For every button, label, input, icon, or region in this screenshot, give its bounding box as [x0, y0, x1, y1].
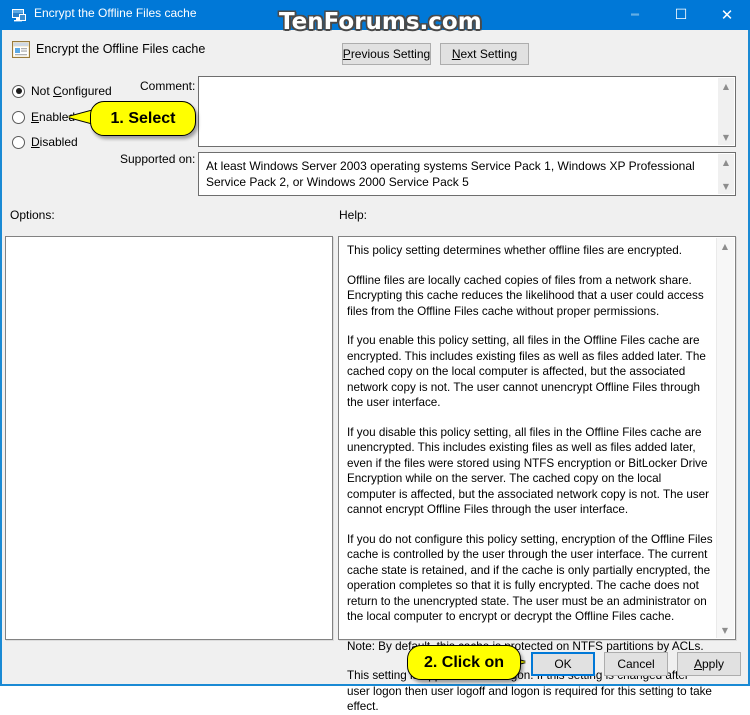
supported-on-scrollbar[interactable]: ▲ ▼ — [717, 154, 734, 194]
help-paragraph: If you disable this policy setting, all … — [347, 425, 710, 517]
supported-on-label: Supported on: — [120, 152, 196, 166]
radio-not-configured-label: Not Configured — [31, 84, 112, 98]
scroll-up-icon[interactable]: ▲ — [717, 238, 733, 254]
help-paragraph: If you enable this policy setting, all f… — [347, 334, 706, 409]
supported-on-field: At least Windows Server 2003 operating s… — [198, 152, 736, 196]
scroll-down-icon[interactable]: ▼ — [717, 622, 733, 638]
help-scrollbar[interactable]: ▲ ▼ — [716, 238, 734, 638]
close-button[interactable]: ✕ — [704, 0, 750, 30]
apply-mnemonic: A — [693, 657, 702, 671]
previous-setting-mnemonic: P — [342, 47, 351, 61]
apply-button[interactable]: Apply — [677, 652, 741, 676]
options-label: Options: — [10, 208, 55, 222]
next-setting-button[interactable]: Next Setting — [440, 43, 529, 65]
cancel-button[interactable]: Cancel — [604, 652, 668, 676]
help-paragraph: This policy setting determines whether o… — [347, 244, 682, 257]
apply-label: pply — [702, 657, 725, 671]
maximize-icon: ☐ — [674, 7, 688, 23]
ok-button[interactable]: OK — [531, 652, 595, 676]
window-title: Encrypt the Offline Files cache — [34, 6, 197, 20]
radio-disabled-mark — [12, 135, 25, 149]
close-icon: ✕ — [720, 6, 734, 24]
help-label: Help: — [339, 208, 368, 222]
policy-computer-icon — [12, 9, 26, 22]
group-policy-setting-dialog: Encrypt the Offline Files cache ━ ☐ ✕ Te… — [0, 0, 750, 713]
comment-input[interactable]: ▲ ▼ — [198, 76, 736, 147]
radio-enabled-mark — [12, 110, 25, 124]
scroll-down-icon[interactable]: ▼ — [718, 129, 734, 145]
radio-not-configured-mark — [12, 84, 25, 98]
help-pane: This policy setting determines whether o… — [338, 236, 736, 713]
radio-disabled[interactable]: Disabled — [12, 133, 78, 151]
minimize-button[interactable]: ━ — [612, 0, 658, 30]
setting-title: Encrypt the Offline Files cache — [36, 42, 206, 56]
radio-enabled[interactable]: Enabled — [12, 108, 75, 126]
maximize-button[interactable]: ☐ — [658, 0, 704, 30]
comment-label: Comment: — [140, 79, 196, 93]
comment-scrollbar[interactable]: ▲ ▼ — [717, 78, 734, 145]
next-setting-label: ext Setting — [460, 47, 518, 61]
radio-disabled-label: Disabled — [31, 135, 78, 149]
options-pane[interactable] — [5, 236, 333, 640]
callout-select: 1. Select — [90, 101, 196, 136]
previous-setting-label: revious Setting — [350, 47, 431, 61]
help-paragraph: If you do not configure this policy sett… — [347, 532, 713, 624]
scroll-down-icon[interactable]: ▼ — [718, 178, 734, 194]
supported-on-value: At least Windows Server 2003 operating s… — [206, 159, 695, 189]
minimize-icon: ━ — [631, 7, 639, 23]
title-bar[interactable]: Encrypt the Offline Files cache ━ ☐ ✕ — [0, 0, 750, 30]
scroll-up-icon[interactable]: ▲ — [718, 78, 734, 94]
group-policy-setting-icon — [12, 41, 30, 58]
callout-click: 2. Click on — [407, 645, 521, 680]
scroll-up-icon[interactable]: ▲ — [718, 154, 734, 170]
help-text: This policy setting determines whether o… — [347, 243, 713, 715]
previous-setting-button[interactable]: Previous Setting — [342, 43, 431, 65]
radio-not-configured[interactable]: Not Configured — [12, 82, 112, 100]
next-setting-mnemonic: N — [451, 47, 461, 61]
help-paragraph: Offline files are locally cached copies … — [347, 273, 704, 318]
